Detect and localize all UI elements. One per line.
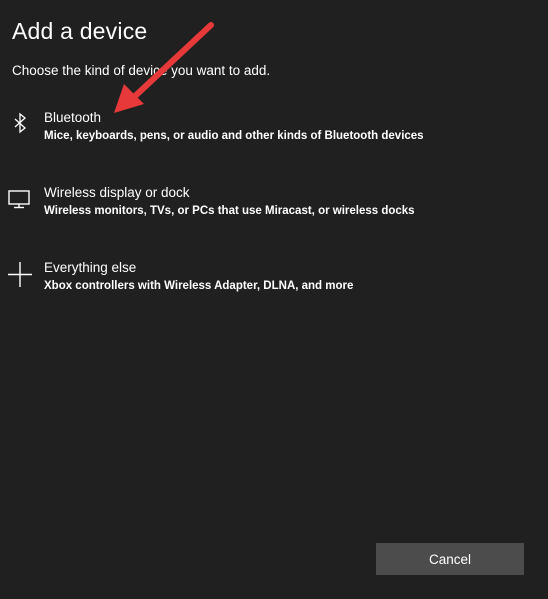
dialog-subtitle: Choose the kind of device you want to ad… bbox=[12, 63, 271, 78]
option-bluetooth[interactable]: Bluetooth Mice, keyboards, pens, or audi… bbox=[0, 110, 548, 170]
option-bluetooth-description: Mice, keyboards, pens, or audio and othe… bbox=[44, 130, 424, 142]
option-everything-else-label: Everything else bbox=[44, 260, 137, 275]
monitor-icon bbox=[6, 185, 34, 213]
option-wireless-display-description: Wireless monitors, TVs, or PCs that use … bbox=[44, 205, 415, 217]
option-bluetooth-label: Bluetooth bbox=[44, 110, 102, 125]
cancel-button[interactable]: Cancel bbox=[376, 543, 524, 575]
option-everything-else-description: Xbox controllers with Wireless Adapter, … bbox=[44, 280, 354, 292]
add-device-dialog: Add a device Choose the kind of device y… bbox=[0, 0, 548, 599]
plus-icon bbox=[6, 260, 34, 288]
option-everything-else[interactable]: Everything else Xbox controllers with Wi… bbox=[0, 260, 548, 320]
dialog-title: Add a device bbox=[12, 18, 148, 44]
option-wireless-display[interactable]: Wireless display or dock Wireless monito… bbox=[0, 185, 548, 245]
bluetooth-icon bbox=[6, 110, 34, 138]
option-wireless-display-label: Wireless display or dock bbox=[44, 185, 190, 200]
